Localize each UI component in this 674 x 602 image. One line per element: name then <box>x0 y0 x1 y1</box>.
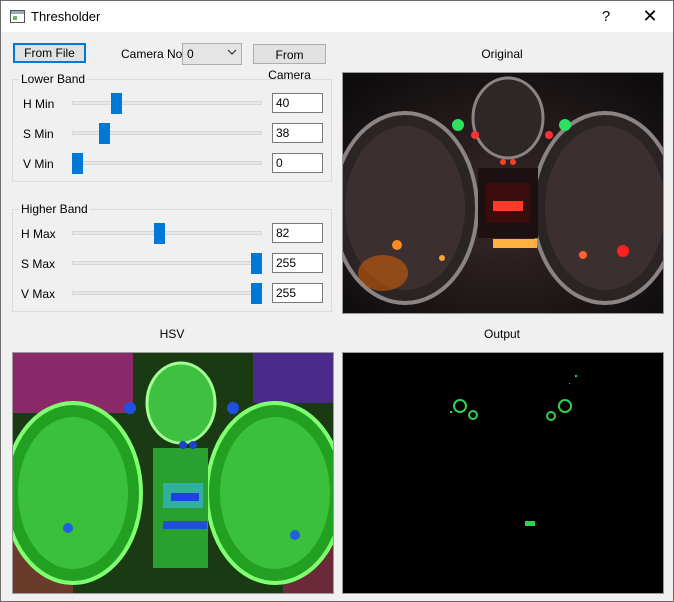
higher-band-title: Higher Band <box>19 202 90 216</box>
hsv-heading: HSV <box>159 327 185 341</box>
h-max-slider[interactable] <box>72 231 262 235</box>
camera-no-select[interactable]: 0 <box>182 43 242 65</box>
h-min-slider-handle[interactable] <box>111 93 123 114</box>
h-min-label: H Min <box>23 97 55 111</box>
title-bar: Thresholder ? ✕ <box>1 1 673 32</box>
h-max-input[interactable]: 82 <box>272 223 323 243</box>
v-max-label: V Max <box>21 287 56 301</box>
s-max-label: S Max <box>21 257 56 271</box>
v-min-label: V Min <box>23 157 54 171</box>
output-heading: Output <box>483 327 521 341</box>
h-min-slider[interactable] <box>72 101 262 105</box>
app-icon <box>10 10 25 23</box>
s-min-slider-handle[interactable] <box>98 123 110 144</box>
h-min-input[interactable]: 40 <box>272 93 323 113</box>
v-max-slider-handle[interactable] <box>251 283 262 304</box>
window-title: Thresholder <box>31 9 101 24</box>
lower-band-title: Lower Band <box>19 72 88 86</box>
from-file-button[interactable]: From File <box>13 43 86 63</box>
s-max-input[interactable]: 255 <box>272 253 323 273</box>
s-min-label: S Min <box>23 127 54 141</box>
original-image <box>342 72 664 314</box>
v-max-slider[interactable] <box>72 291 262 295</box>
original-heading: Original <box>481 47 523 61</box>
v-min-slider[interactable] <box>72 161 262 165</box>
s-max-slider[interactable] <box>72 261 262 265</box>
chevron-down-icon <box>227 49 237 55</box>
s-max-slider-handle[interactable] <box>251 253 262 274</box>
h-max-label: H Max <box>21 227 56 241</box>
hsv-image <box>12 352 334 594</box>
main-window: Thresholder ? ✕ From File Camera No: 0 F… <box>0 0 674 602</box>
camera-no-value: 0 <box>187 47 194 61</box>
help-button[interactable]: ? <box>584 1 628 32</box>
close-button[interactable]: ✕ <box>628 1 672 32</box>
v-min-input[interactable]: 0 <box>272 153 323 173</box>
output-image <box>342 352 664 594</box>
v-max-input[interactable]: 255 <box>272 283 323 303</box>
camera-no-label: Camera No: <box>121 47 186 61</box>
s-min-input[interactable]: 38 <box>272 123 323 143</box>
from-camera-button[interactable]: From Camera <box>253 44 326 82</box>
v-min-slider-handle[interactable] <box>72 153 83 174</box>
h-max-slider-handle[interactable] <box>154 223 166 244</box>
